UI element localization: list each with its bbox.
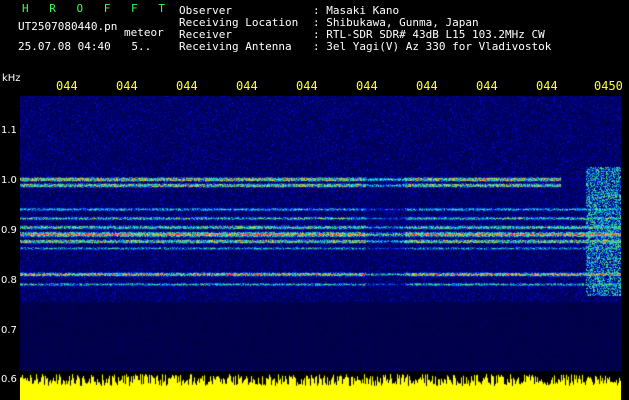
- time-label: 044: [236, 79, 258, 93]
- frequency-label: 0.9: [1, 225, 17, 236]
- file-name: UT2507080440.pn: [18, 20, 118, 33]
- time-label: 044: [296, 79, 318, 93]
- frequency-unit: kHz: [2, 73, 21, 84]
- frequency-label: 0.8: [1, 275, 17, 286]
- spectrogram-window: H R O F F T UT2507080440.pn meteor 25.07…: [0, 0, 629, 400]
- frequency-label: 1.0: [1, 175, 17, 186]
- detection-kind: meteor: [124, 26, 164, 39]
- time-label: 044: [116, 79, 138, 93]
- frequency-label: 0.7: [1, 325, 17, 336]
- info-values: : Masaki Kano : Shibukawa, Gunma, Japan …: [313, 5, 551, 53]
- time-label: 044: [536, 79, 558, 93]
- time-label: 044: [176, 79, 198, 93]
- time-label: 0450: [594, 79, 623, 93]
- capture-datetime-value: 25.07.08 04:40: [18, 40, 111, 53]
- capture-datetime-extra: 5..: [131, 40, 152, 53]
- frequency-label: 1.1: [1, 125, 17, 136]
- time-label: 044: [356, 79, 378, 93]
- time-label: 044: [476, 79, 498, 93]
- brand-title: H R O F F T: [22, 2, 172, 15]
- antenna-label: Receiving Antenna: [179, 40, 292, 53]
- time-label: 044: [56, 79, 78, 93]
- antenna-value: : 3el Yagi(V) Az 330 for Vladivostok: [313, 40, 552, 53]
- capture-datetime: 25.07.08 04:40 5..: [18, 40, 151, 53]
- right-margin: [621, 96, 629, 400]
- info-labels: Observer Receiving Location Receiver Rec…: [179, 5, 298, 53]
- spectrogram-canvas: [20, 96, 621, 371]
- frequency-label: 0.6: [1, 374, 17, 385]
- amplitude-trace: [20, 371, 621, 400]
- time-label: 044: [416, 79, 438, 93]
